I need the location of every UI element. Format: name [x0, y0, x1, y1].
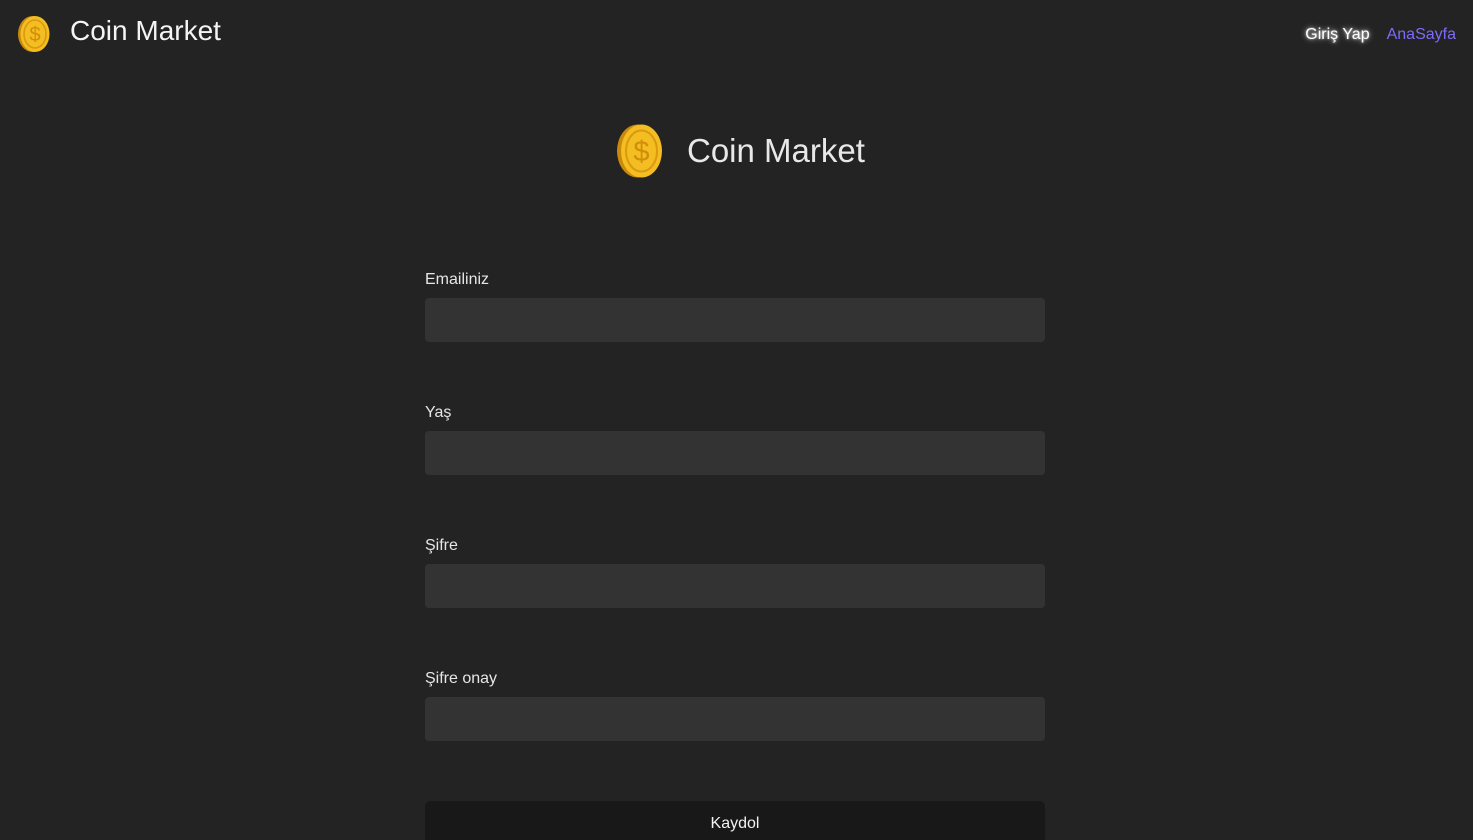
- coin-dollar-icon: $: [18, 16, 50, 52]
- password-confirm-field[interactable]: [425, 697, 1045, 741]
- hero-title: Coin Market: [687, 132, 865, 169]
- password-field-group: Şifre: [425, 536, 1045, 608]
- age-field[interactable]: [425, 431, 1045, 475]
- password-confirm-label: Şifre onay: [425, 670, 498, 687]
- nav-brand-link[interactable]: $ Coin Market: [17, 14, 221, 54]
- nav-home-link[interactable]: AnaSayfa: [1387, 26, 1456, 44]
- register-page: $ Coin Market Giriş Yap AnaSayfa $ Coin …: [0, 0, 1473, 840]
- password-field[interactable]: [425, 564, 1045, 608]
- nav-login-link[interactable]: Giriş Yap: [1305, 26, 1369, 44]
- navbar: $ Coin Market Giriş Yap AnaSayfa: [0, 0, 1473, 72]
- register-submit-button[interactable]: Kaydol: [425, 801, 1045, 840]
- password-label: Şifre: [425, 537, 458, 554]
- email-label: Emailiniz: [425, 271, 490, 288]
- hero-brand: $ Coin Market: [616, 122, 865, 180]
- email-field-group: Emailiniz: [425, 270, 1045, 342]
- age-label: Yaş: [425, 404, 452, 421]
- svg-text:$: $: [633, 136, 649, 168]
- password-confirm-field-group: Şifre onay: [425, 669, 1045, 741]
- nav-brand-title: Coin Market: [70, 15, 221, 46]
- age-field-group: Yaş: [425, 403, 1045, 475]
- email-field[interactable]: [425, 298, 1045, 342]
- coin-dollar-icon: $: [617, 124, 662, 178]
- svg-text:$: $: [29, 24, 40, 46]
- nav-links: Giriş Yap AnaSayfa: [1305, 26, 1456, 44]
